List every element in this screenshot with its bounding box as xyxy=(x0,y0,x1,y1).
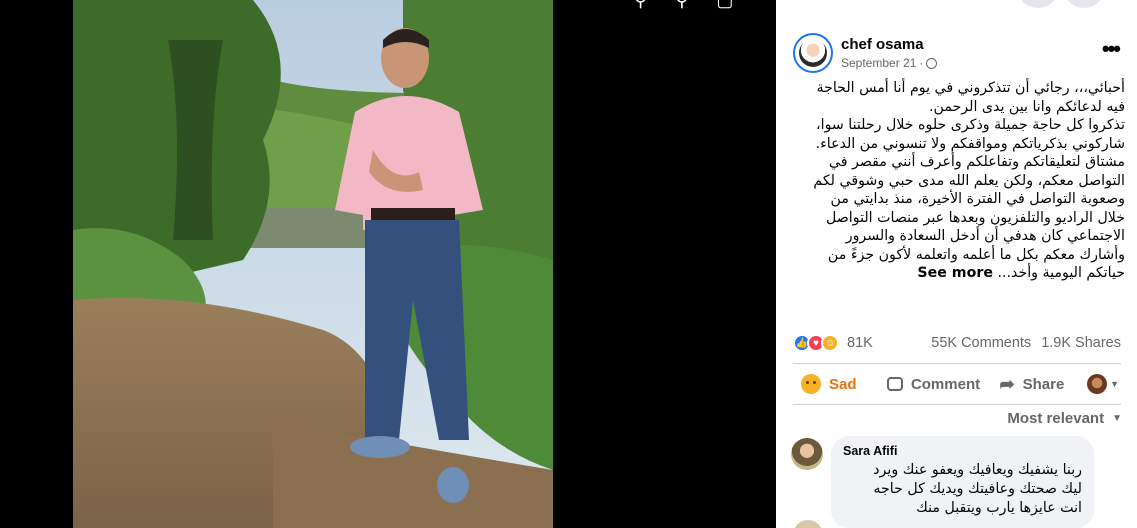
comments-count[interactable]: 55K Comments xyxy=(931,335,1031,351)
post-line-truncated: حياتكم اليومية وأخد... xyxy=(997,265,1125,281)
author-avatar[interactable] xyxy=(793,33,833,73)
panel-top-controls xyxy=(1020,0,1102,8)
globe-icon xyxy=(926,57,938,69)
zoom-in-icon[interactable]: ⚲ xyxy=(634,0,647,11)
post-line: التواصل معكم، ولكن يعلم الله مدى حبي وشو… xyxy=(813,172,1125,189)
post-line: مشتاق لتعليقاتكم وتفاعلكم وأعرف أنني مقص… xyxy=(828,154,1125,170)
comment-line: انت عايزها يارب ويتقبل منك xyxy=(916,500,1082,516)
fullscreen-icon[interactable]: ▢ xyxy=(716,0,733,11)
reaction-icons[interactable]: 👍 ♥ ☺ xyxy=(793,334,839,352)
profile-avatar-icon xyxy=(1087,374,1108,394)
comment-text: ربنا يشفيك ويعافيك ويعفو عنك ويرد ليك صح… xyxy=(843,461,1082,518)
sad-reaction-button[interactable]: Sad xyxy=(793,368,881,400)
share-label: Share xyxy=(1022,375,1065,393)
post-actions: Sad Comment ➦ Share ▼ xyxy=(793,368,1121,400)
sad-label: Sad xyxy=(829,375,857,393)
viewer-toolbar: ⚲ ⚲ ▢ xyxy=(634,0,733,11)
meta-separator: · xyxy=(919,56,924,70)
share-button[interactable]: ➦ Share xyxy=(994,368,1088,400)
post-line: أحبائي،،، رجائي أن تتذكروني في يوم أنا أ… xyxy=(816,80,1125,96)
share-icon: ➦ xyxy=(999,373,1015,394)
comment-bubble: Sara Afifi ربنا يشفيك ويعافيك ويعفو عنك … xyxy=(831,436,1094,528)
photo-viewer: ⚲ ⚲ ▢ xyxy=(0,0,776,528)
caret-down-icon: ▼ xyxy=(1110,379,1119,389)
comment-button[interactable]: Comment xyxy=(881,368,994,400)
notifications-button[interactable] xyxy=(1020,0,1056,8)
post-side-panel: chef osama September 21 · ••• أحبائي،،، … xyxy=(776,0,1137,528)
post-header: chef osama September 21 · ••• xyxy=(793,33,1121,73)
care-icon: ☺ xyxy=(821,334,839,352)
more-options-icon[interactable]: ••• xyxy=(1102,38,1121,60)
author-name[interactable]: chef osama xyxy=(841,36,924,53)
shares-count[interactable]: 1.9K Shares xyxy=(1041,335,1121,351)
post-text: أحبائي،،، رجائي أن تتذكروني في يوم أنا أ… xyxy=(790,79,1125,283)
post-date[interactable]: September 21 xyxy=(841,56,916,70)
comment-line: ليك صحتك وعافيتك ويديك كل حاجه xyxy=(873,481,1082,497)
chevron-down-icon: ▼ xyxy=(1112,413,1122,424)
post-line: تذكروا كل حاجة جميلة وذكرى حلوه خلال رحل… xyxy=(816,117,1125,133)
sort-label: Most relevant xyxy=(1007,410,1105,427)
post-line: شاركوني بذكرياتكم ومواقفكم ولا تنسوني من… xyxy=(815,135,1125,152)
comment-line: ربنا يشفيك ويعافيك ويعفو عنك ويرد xyxy=(873,462,1082,478)
see-more-link[interactable]: See more xyxy=(917,265,993,281)
post-line: وصعوبة التواصل في الفترة الأخيرة، منذ بد… xyxy=(830,191,1125,207)
post-line: الاجتماعي كان هدفي أن أدخل السعادة والسر… xyxy=(845,228,1125,244)
post-line: خلال الراديو والتلفزيون وبعدها عبر منصات… xyxy=(826,209,1125,226)
divider xyxy=(793,363,1121,364)
post-photo xyxy=(73,0,553,528)
reactions-count[interactable]: 81K xyxy=(847,335,873,351)
comment-sort-dropdown[interactable]: Most relevant ▼ xyxy=(1007,410,1122,427)
sad-face-icon xyxy=(801,374,821,394)
reactions-summary: 👍 ♥ ☺ 81K 55K Comments 1.9K Shares xyxy=(793,332,1121,354)
comment-icon xyxy=(886,377,903,391)
commenter-avatar[interactable] xyxy=(791,438,823,470)
reaction-avatar-picker[interactable]: ▼ xyxy=(1087,374,1119,394)
post-meta: September 21 · xyxy=(841,56,938,70)
zoom-out-icon[interactable]: ⚲ xyxy=(675,0,688,11)
next-commenter-avatar[interactable] xyxy=(793,520,823,528)
post-line: وأشارك معكم بكل ما أعلمه واتعلمه لأكون ج… xyxy=(827,246,1125,263)
comment-label: Comment xyxy=(910,375,981,393)
account-button[interactable] xyxy=(1066,0,1102,8)
post-line-last: حياتكم اليومية وأخد... See more xyxy=(790,264,1125,283)
commenter-name[interactable]: Sara Afifi xyxy=(843,444,1082,458)
engagement-counts: 55K Comments 1.9K Shares xyxy=(931,335,1121,351)
post-line: فيه لدعائكم وانا بين يدى الرحمن. xyxy=(929,98,1125,115)
divider xyxy=(793,404,1121,405)
